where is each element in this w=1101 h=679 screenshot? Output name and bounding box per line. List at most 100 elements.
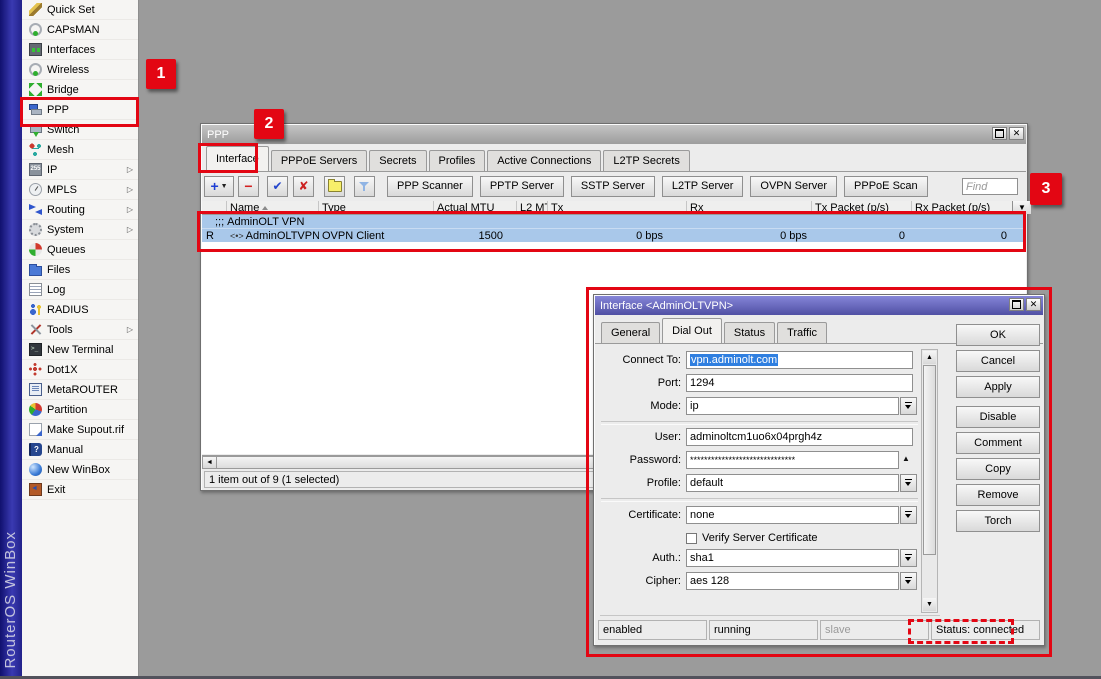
sidebar-item-tools[interactable]: Tools▷ xyxy=(22,320,138,340)
column-chooser-button[interactable]: ▼ xyxy=(1012,201,1031,214)
sidebar-item-switch[interactable]: Switch xyxy=(22,120,138,140)
sidebar-item-queues[interactable]: Queues xyxy=(22,240,138,260)
remove-button[interactable]: Remove xyxy=(956,484,1040,506)
tab-interface[interactable]: Interface xyxy=(206,146,269,171)
ppp-window-titlebar[interactable]: PPP ✕ xyxy=(202,125,1026,144)
sidebar-item-wireless[interactable]: Wireless xyxy=(22,60,138,80)
column-name[interactable]: Name xyxy=(227,201,319,214)
restore-window-button[interactable] xyxy=(1009,298,1024,311)
cipher-dropdown-button[interactable] xyxy=(900,572,917,590)
column-tx[interactable]: Tx xyxy=(548,201,687,214)
disable-button[interactable]: Disable xyxy=(956,406,1040,428)
l2tp-server-button[interactable]: L2TP Server xyxy=(662,176,744,197)
sidebar-item-routing[interactable]: Routing▷ xyxy=(22,200,138,220)
restore-window-button[interactable] xyxy=(992,127,1007,140)
certificate-select[interactable]: none xyxy=(686,506,899,524)
comment-button[interactable] xyxy=(324,176,345,197)
auth-dropdown-button[interactable] xyxy=(900,549,917,567)
sidebar-item-manual[interactable]: Manual xyxy=(22,440,138,460)
auth-select[interactable]: sha1 xyxy=(686,549,899,567)
sstp-server-button[interactable]: SSTP Server xyxy=(571,176,655,197)
sidebar-item-ip[interactable]: IP▷ xyxy=(22,160,138,180)
port-field[interactable]: 1294 xyxy=(686,374,913,392)
remove-item-button[interactable]: − xyxy=(238,176,259,197)
sidebar-item-bridge[interactable]: Bridge xyxy=(22,80,138,100)
comment-button[interactable]: Comment xyxy=(956,432,1040,454)
apply-button[interactable]: Apply xyxy=(956,376,1040,398)
sidebar-item-log[interactable]: Log xyxy=(22,280,138,300)
gear-icon xyxy=(29,223,42,236)
column-tx-packet[interactable]: Tx Packet (p/s) xyxy=(812,201,912,214)
cancel-button[interactable]: Cancel xyxy=(956,350,1040,372)
connect-to-field[interactable]: vpn.adminolt.com xyxy=(686,351,913,369)
user-field[interactable]: adminoltcm1uo6x04prgh4z xyxy=(686,428,913,446)
pptp-server-button[interactable]: PPTP Server xyxy=(480,176,564,197)
tab-profiles[interactable]: Profiles xyxy=(429,150,486,171)
sidebar-item-label: Quick Set xyxy=(47,4,95,16)
tab-traffic[interactable]: Traffic xyxy=(777,322,827,343)
sidebar-item-new-winbox[interactable]: New WinBox xyxy=(22,460,138,480)
disable-button[interactable]: ✘ xyxy=(293,176,314,197)
profile-select[interactable]: default xyxy=(686,474,899,492)
pppoe-scan-button[interactable]: PPPoE Scan xyxy=(844,176,928,197)
tab-general[interactable]: General xyxy=(601,322,660,343)
tab-l2tp-secrets[interactable]: L2TP Secrets xyxy=(603,150,689,171)
copy-button[interactable]: Copy xyxy=(956,458,1040,480)
ppp-scanner-button[interactable]: PPP Scanner xyxy=(387,176,473,197)
dialog-titlebar[interactable]: Interface <AdminOLTVPN> ✕ xyxy=(595,296,1043,315)
torch-button[interactable]: Torch xyxy=(956,510,1040,532)
add-button[interactable]: +▼ xyxy=(204,176,234,197)
certificate-dropdown-button[interactable] xyxy=(900,506,917,524)
column-actual-mtu[interactable]: Actual MTU xyxy=(434,201,517,214)
sidebar-item-interfaces[interactable]: Interfaces xyxy=(22,40,138,60)
sidebar-item-system[interactable]: System▷ xyxy=(22,220,138,240)
sidebar-item-new-terminal[interactable]: New Terminal xyxy=(22,340,138,360)
column-type[interactable]: Type xyxy=(319,201,434,214)
column-rx[interactable]: Rx xyxy=(687,201,812,214)
tab-status[interactable]: Status xyxy=(724,322,775,343)
ok-button[interactable]: OK xyxy=(956,324,1040,346)
column-l2-mtu[interactable]: L2 MTU xyxy=(517,201,548,214)
password-field[interactable]: ****************************** xyxy=(686,451,899,469)
tab-pppoe-servers[interactable]: PPPoE Servers xyxy=(271,150,367,171)
sidebar-item-radius[interactable]: RADIUS xyxy=(22,300,138,320)
tab-dial-out[interactable]: Dial Out xyxy=(662,318,722,343)
scrollbar-thumb[interactable] xyxy=(923,365,936,555)
sidebar-item-quick-set[interactable]: Quick Set xyxy=(22,0,138,20)
sidebar-item-ppp[interactable]: PPP xyxy=(22,100,138,120)
table-row-comment[interactable]: ;;; AdminOLT VPN xyxy=(202,215,1026,229)
mode-select[interactable]: ip xyxy=(686,397,899,415)
sidebar-item-metarouter[interactable]: MetaROUTER xyxy=(22,380,138,400)
tab-active-connections[interactable]: Active Connections xyxy=(487,150,601,171)
sidebar-item-dot1x[interactable]: Dot1X xyxy=(22,360,138,380)
close-window-button[interactable]: ✕ xyxy=(1026,298,1041,311)
sidebar-item-exit[interactable]: Exit xyxy=(22,480,138,500)
scroll-up-button[interactable]: ▲ xyxy=(923,351,936,364)
table-row[interactable]: R <•>AdminOLTVPN OVPN Client 1500 0 bps … xyxy=(202,229,1026,242)
sidebar-item-capsman[interactable]: CAPsMAN xyxy=(22,20,138,40)
form-vertical-scrollbar[interactable]: ▲ ▼ xyxy=(921,349,938,613)
profile-dropdown-button[interactable] xyxy=(900,474,917,492)
ovpn-server-button[interactable]: OVPN Server xyxy=(750,176,837,197)
scroll-left-button[interactable]: ◄ xyxy=(202,456,217,469)
enable-button[interactable]: ✔ xyxy=(267,176,288,197)
cipher-select[interactable]: aes 128 xyxy=(686,572,899,590)
sidebar-item-partition[interactable]: Partition xyxy=(22,400,138,420)
verify-server-certificate-checkbox[interactable] xyxy=(686,533,697,544)
sidebar-item-files[interactable]: Files xyxy=(22,260,138,280)
filter-button[interactable] xyxy=(354,176,375,197)
column-flags[interactable] xyxy=(202,201,227,214)
mode-dropdown-button[interactable] xyxy=(900,397,917,415)
scroll-down-button[interactable]: ▼ xyxy=(923,598,936,611)
column-rx-packet[interactable]: Rx Packet (p/s) xyxy=(912,201,1012,214)
find-input[interactable] xyxy=(962,178,1018,195)
password-reveal-button[interactable]: ▲ xyxy=(902,455,910,463)
sidebar-item-make-supout[interactable]: Make Supout.rif xyxy=(22,420,138,440)
tab-secrets[interactable]: Secrets xyxy=(369,150,426,171)
close-window-button[interactable]: ✕ xyxy=(1009,127,1024,140)
dot1x-icon xyxy=(29,363,42,376)
sidebar-item-mesh[interactable]: Mesh xyxy=(22,140,138,160)
wireless-icon xyxy=(29,63,42,76)
sidebar-item-mpls[interactable]: MPLS▷ xyxy=(22,180,138,200)
arrow-up-icon: ▲ xyxy=(926,354,933,361)
